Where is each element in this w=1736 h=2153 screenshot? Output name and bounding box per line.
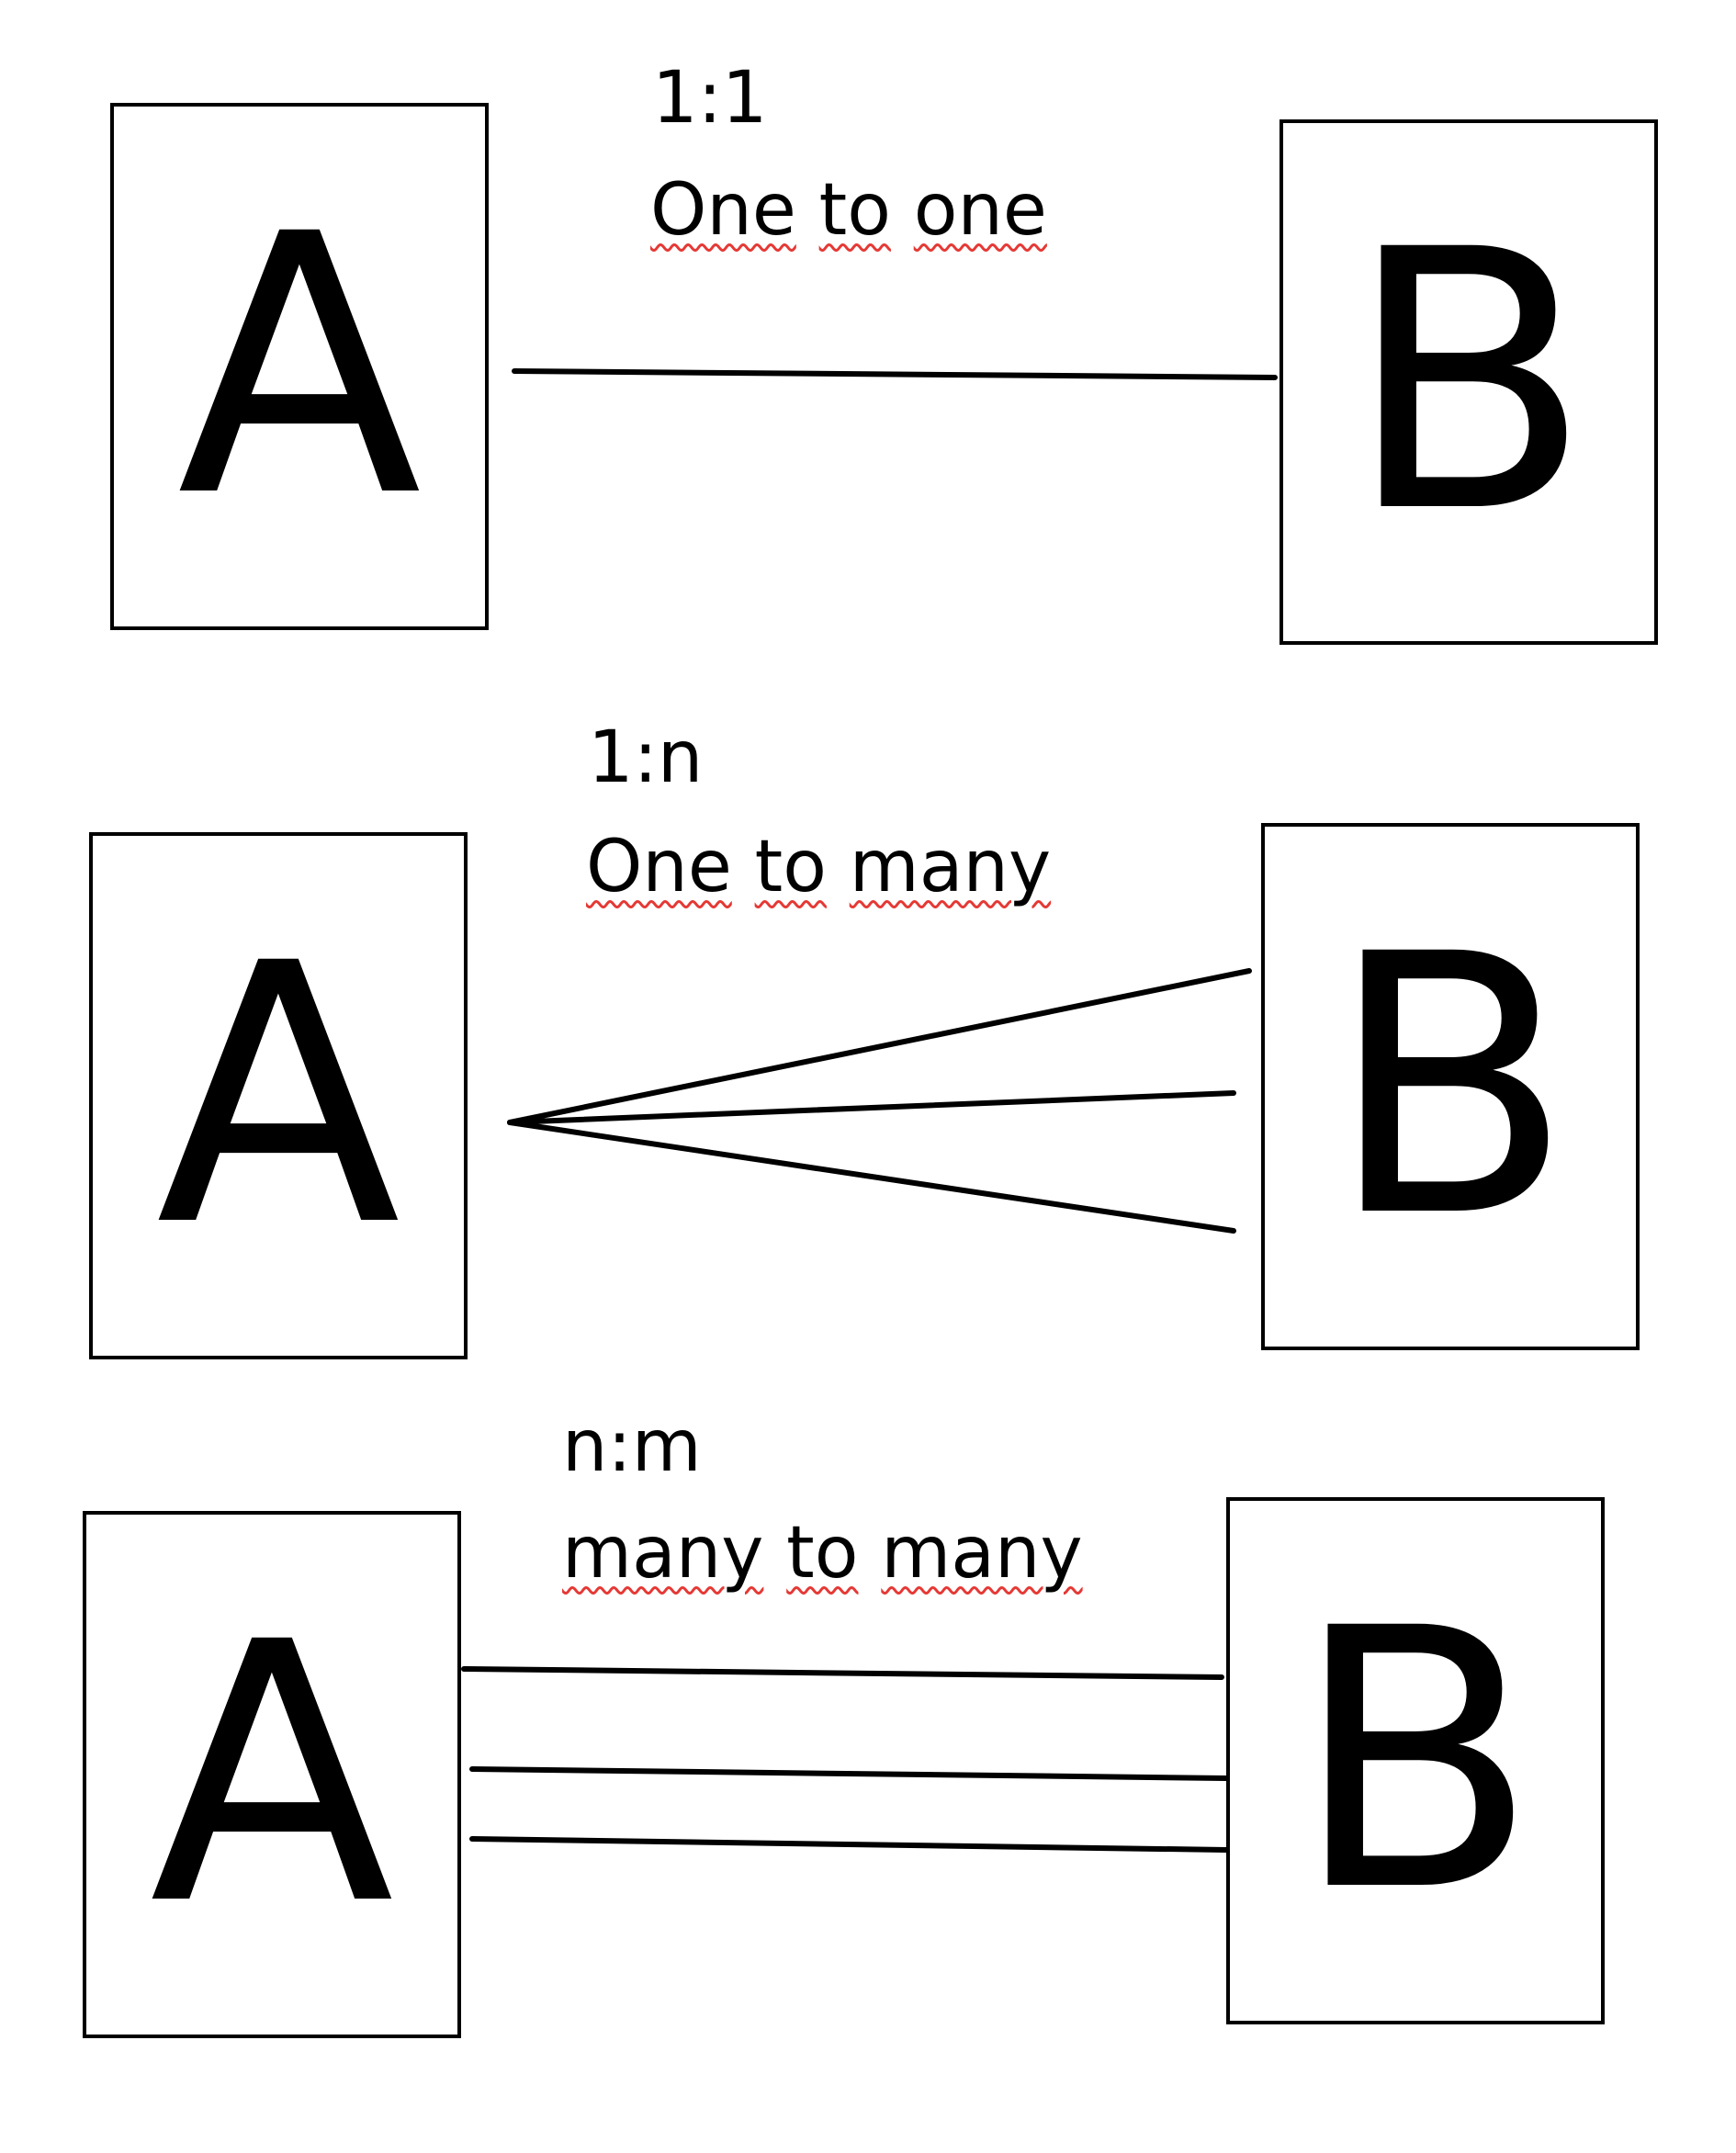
connector-one-to-many-bottom: [507, 1120, 1236, 1234]
connector-one-to-many-top: [507, 968, 1252, 1125]
relationship-connectors: [461, 368, 1278, 1853]
connector-many-to-many-top: [461, 1666, 1224, 1680]
connector-many-to-many-middle: [469, 1766, 1229, 1781]
connector-many-to-many-bottom: [469, 1836, 1229, 1853]
connector-one-to-one: [512, 368, 1278, 380]
